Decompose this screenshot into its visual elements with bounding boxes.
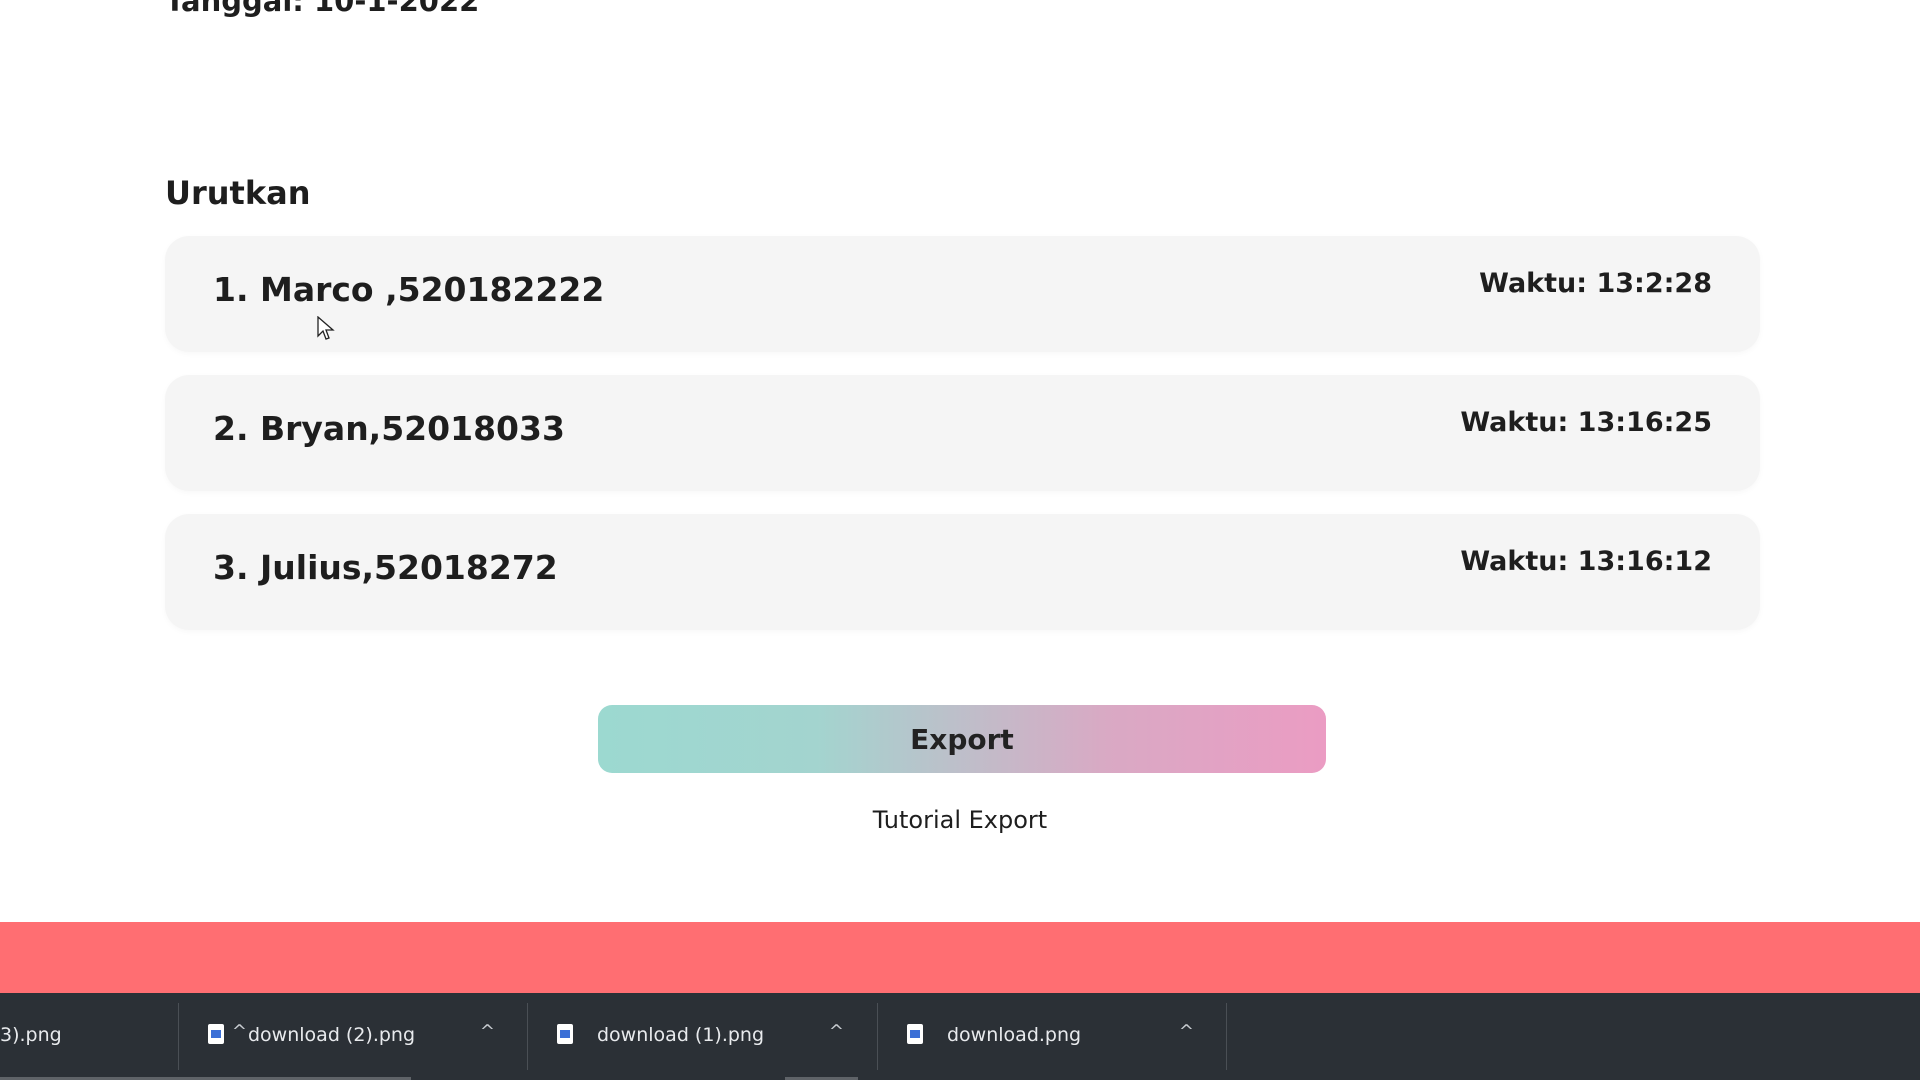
download-filename: download.png (947, 1024, 1082, 1046)
download-item[interactable]: download.png ^ (877, 993, 1226, 1080)
entry-name: 1. Marco ,520182222 (213, 270, 605, 309)
entry-list: 1. Marco ,520182222 Waktu: 13:2:28 2. Br… (165, 236, 1760, 653)
entry-name: 3. Julius,52018272 (213, 548, 558, 587)
image-file-icon (208, 1024, 224, 1044)
entry-time: Waktu: 13:2:28 (1479, 268, 1712, 299)
footer-bar (0, 922, 1920, 993)
entry-name: 2. Bryan,52018033 (213, 409, 565, 448)
entry-card[interactable]: 2. Bryan,52018033 Waktu: 13:16:25 (165, 375, 1760, 491)
tutorial-export-label: Tutorial Export (872, 806, 1048, 834)
entry-card[interactable]: 1. Marco ,520182222 Waktu: 13:2:28 (165, 236, 1760, 352)
date-label: Tanggal: 10-1-2022 (165, 0, 480, 18)
download-shelf: 3).png ^ download (2).png ^ download (1)… (0, 993, 1920, 1080)
download-item[interactable]: download (1).png ^ (527, 993, 876, 1080)
chevron-up-icon[interactable]: ^ (480, 1021, 495, 1042)
chevron-up-icon[interactable]: ^ (829, 1021, 844, 1042)
download-filename: download (2).png (248, 1024, 416, 1046)
divider (1226, 1003, 1227, 1070)
download-item[interactable]: download (2).png ^ (178, 993, 527, 1080)
page: Tanggal: 10-1-2022 Urutkan 1. Marco ,520… (0, 0, 1920, 1080)
tutorial-export-link[interactable]: Tutorial Export (0, 806, 1920, 834)
entry-time: Waktu: 13:16:25 (1460, 407, 1712, 438)
image-file-icon (907, 1024, 923, 1044)
entry-time: Waktu: 13:16:12 (1460, 546, 1712, 577)
mouse-cursor-icon (317, 316, 335, 340)
download-filename: 3).png (0, 1024, 62, 1046)
entry-card[interactable]: 3. Julius,52018272 Waktu: 13:16:12 (165, 514, 1760, 630)
image-file-icon (557, 1024, 573, 1044)
download-filename: download (1).png (597, 1024, 765, 1046)
export-button[interactable]: Export (598, 705, 1326, 773)
chevron-up-icon[interactable]: ^ (1179, 1021, 1194, 1042)
section-title: Urutkan (165, 174, 311, 212)
